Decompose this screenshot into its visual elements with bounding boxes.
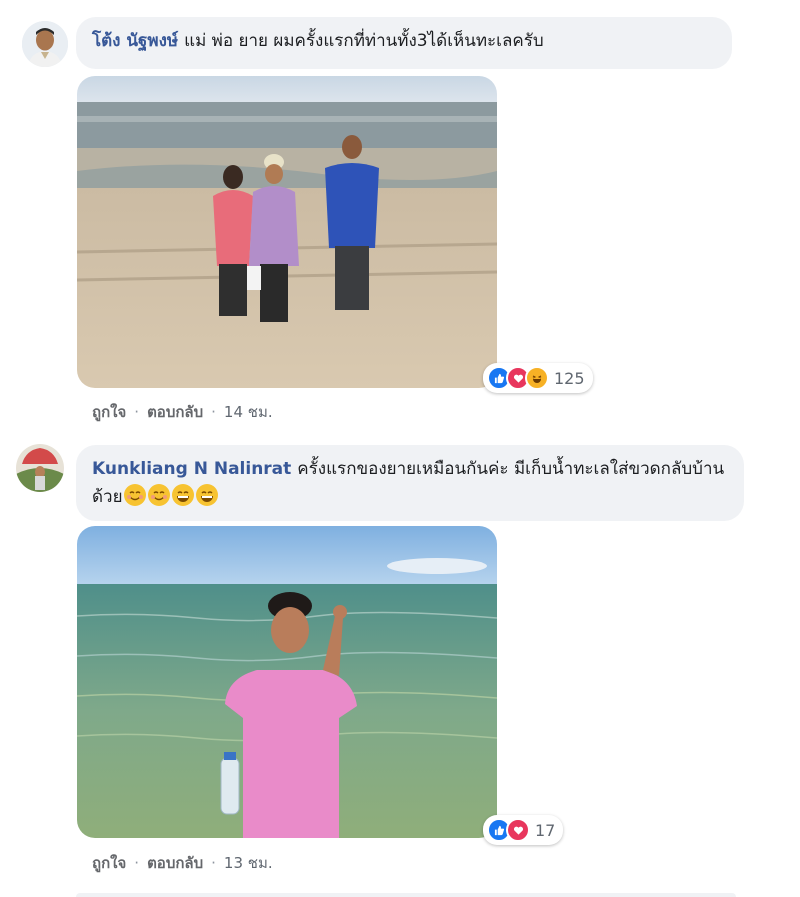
separator-dot: · xyxy=(211,403,216,421)
next-comment-edge xyxy=(76,893,736,897)
comment-photo[interactable] xyxy=(77,526,497,838)
comment-photo[interactable] xyxy=(77,76,497,388)
comment-1: โต้ง นัฐพงษ์ แม่ พ่อ ยาย ผมครั้งแรกที่ท่า… xyxy=(0,0,800,440)
separator-dot: · xyxy=(134,854,140,872)
smiling-face-icon xyxy=(123,484,146,506)
reaction-count: 125 xyxy=(554,368,585,388)
comment-actions: ถูกใจ · ตอบกลับ · 14 ชม. xyxy=(92,400,273,424)
avatar[interactable] xyxy=(16,444,64,492)
smiling-face-icon xyxy=(147,484,170,506)
reaction-count: 17 xyxy=(535,820,556,840)
separator-dot: · xyxy=(134,403,140,421)
comment-timestamp[interactable]: 14 ชม. xyxy=(224,400,273,424)
love-icon xyxy=(506,818,530,842)
like-link[interactable]: ถูกใจ xyxy=(92,400,126,424)
comment-author[interactable]: โต้ง นัฐพงษ์ xyxy=(92,31,178,51)
like-link[interactable]: ถูกใจ xyxy=(92,851,126,875)
grinning-face-icon xyxy=(171,484,194,506)
reaction-summary[interactable]: 17 xyxy=(483,815,564,845)
grinning-face-icon xyxy=(195,484,218,506)
comment-text: แม่ พ่อ ยาย ผมครั้งแรกที่ท่านทั้ง3ได้เห็… xyxy=(184,31,544,51)
reaction-summary[interactable]: 125 xyxy=(483,363,593,393)
reply-link[interactable]: ตอบกลับ xyxy=(147,400,203,424)
comment-author[interactable]: Kunkliang N Nalinrat xyxy=(92,459,291,479)
reply-link[interactable]: ตอบกลับ xyxy=(147,851,203,875)
comment-2: Kunkliang N Nalinrat ครั้งแรกของยายเหมือน… xyxy=(0,440,800,880)
comment-actions: ถูกใจ · ตอบกลับ · 13 ชม. xyxy=(92,851,273,875)
comment-bubble: Kunkliang N Nalinrat ครั้งแรกของยายเหมือน… xyxy=(76,445,744,521)
separator-dot: · xyxy=(211,854,216,872)
comment-timestamp[interactable]: 13 ชม. xyxy=(224,851,273,875)
comment-bubble: โต้ง นัฐพงษ์ แม่ พ่อ ยาย ผมครั้งแรกที่ท่า… xyxy=(76,17,732,69)
haha-icon xyxy=(525,366,549,390)
avatar[interactable] xyxy=(22,21,68,67)
emoji-group xyxy=(123,484,219,507)
